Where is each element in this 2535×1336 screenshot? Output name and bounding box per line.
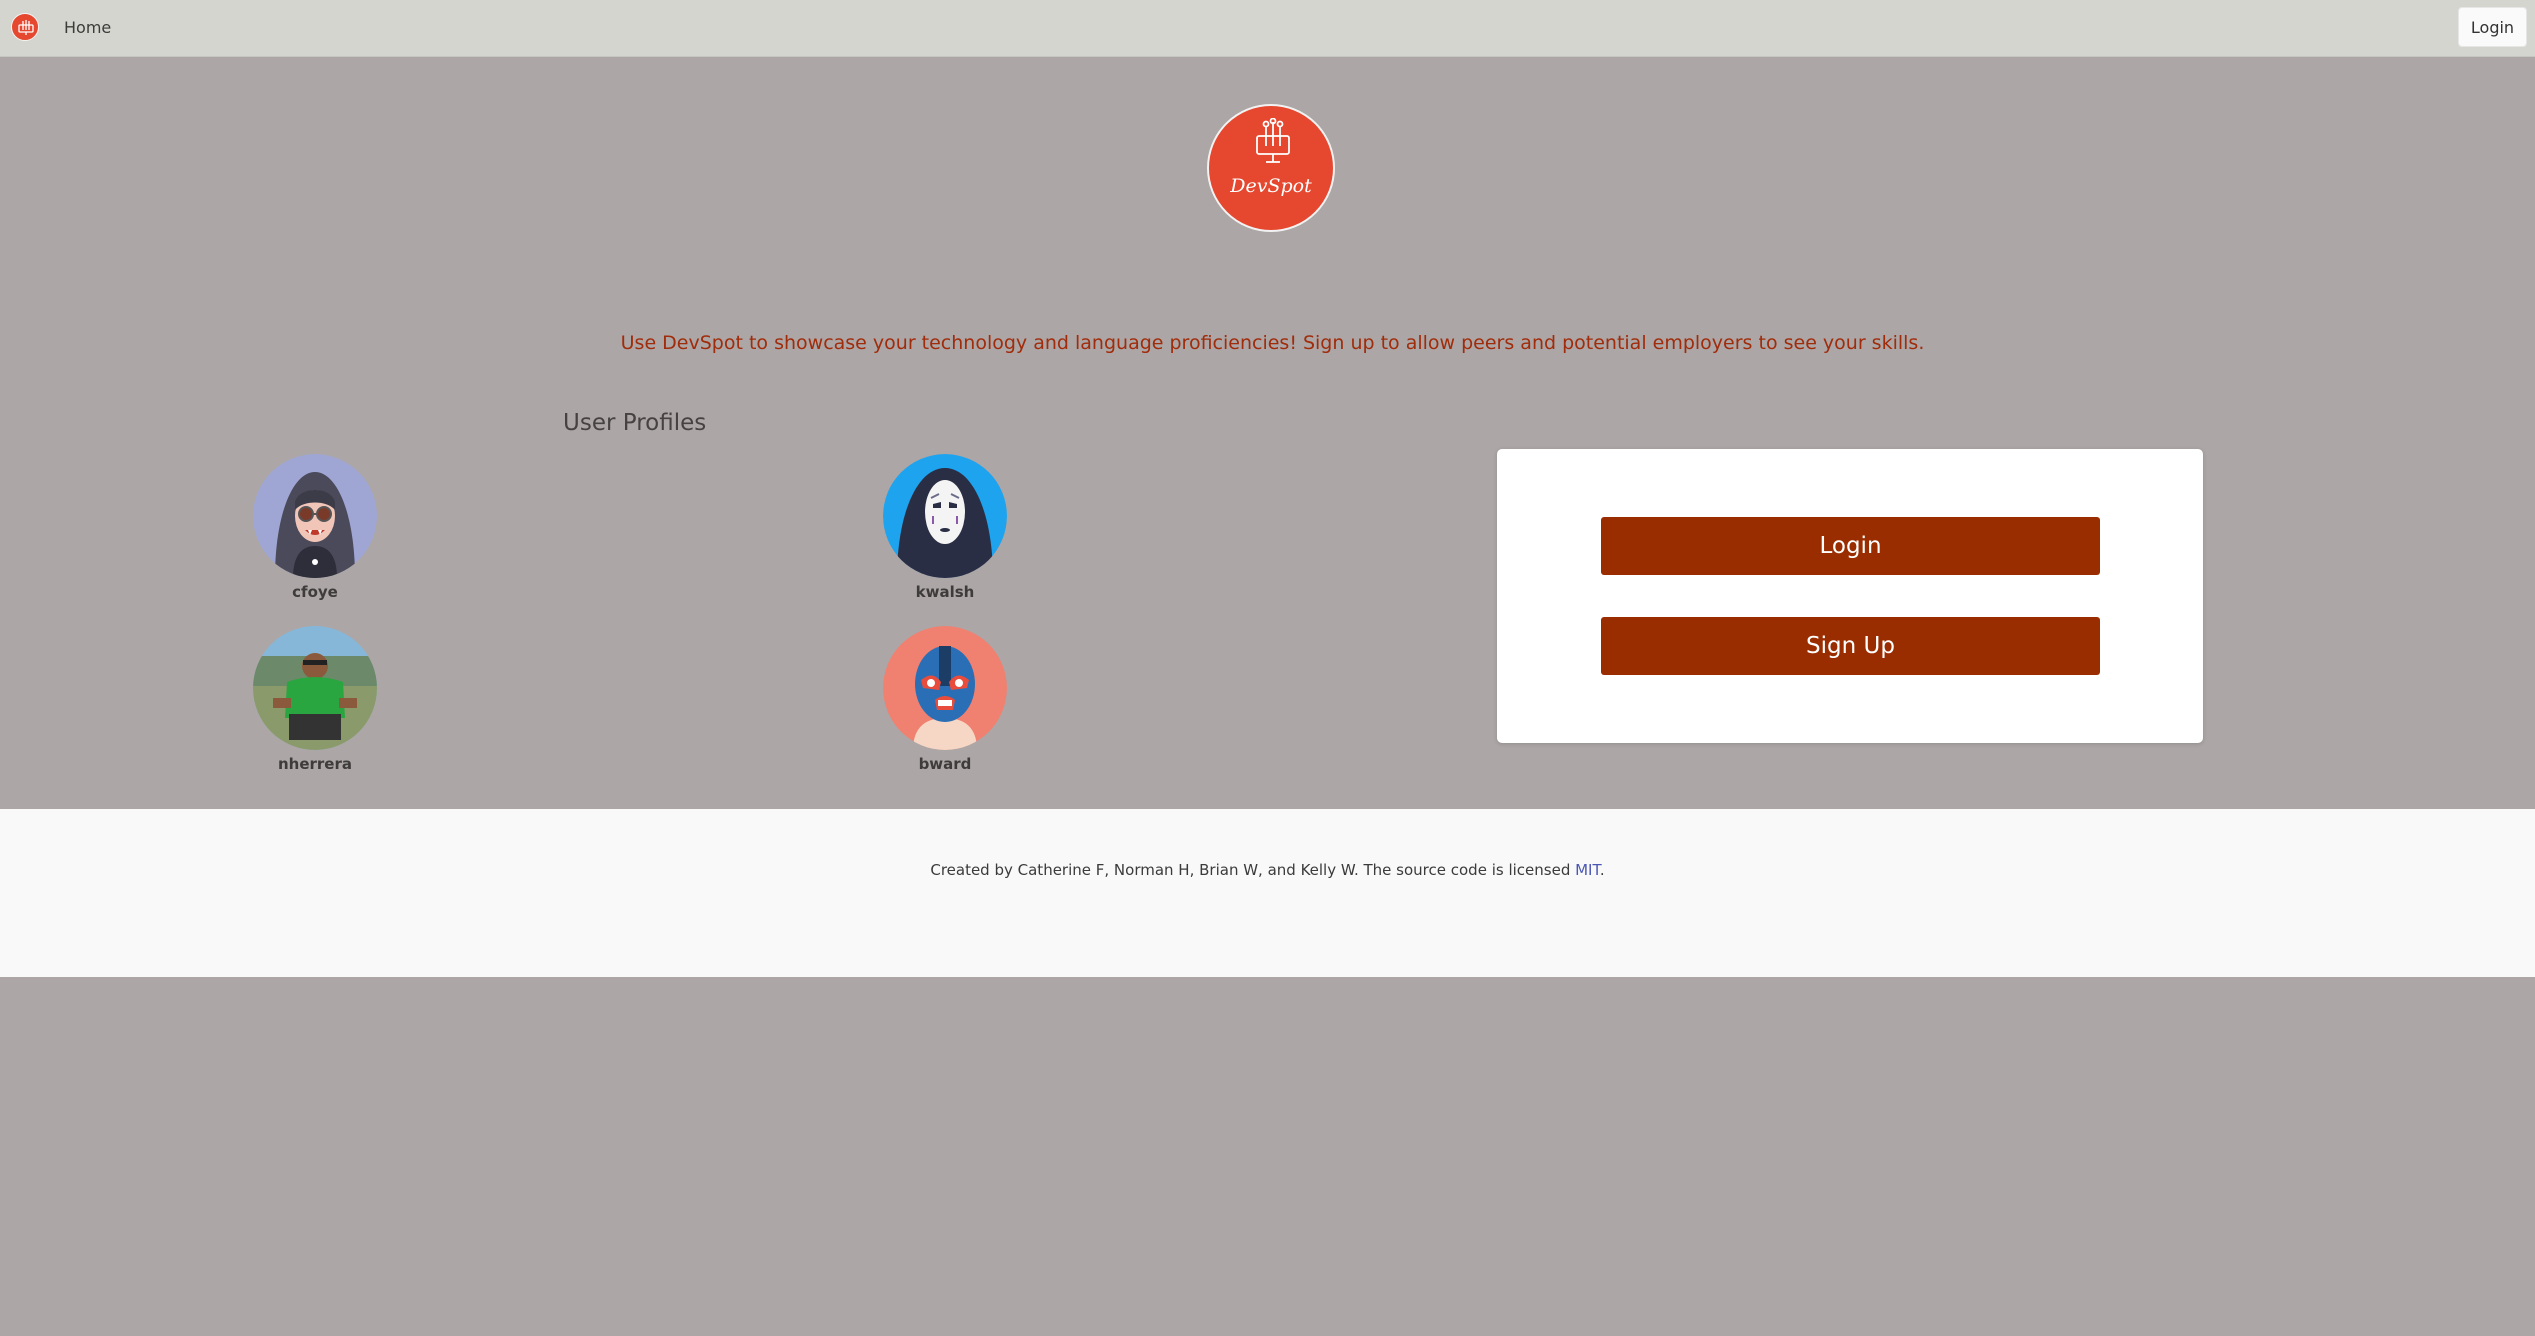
tagline: Use DevSpot to showcase your technology … <box>620 332 1925 354</box>
vampire-hoodie-avatar[interactable] <box>253 454 377 578</box>
username-label[interactable]: kwalsh <box>870 583 1020 601</box>
profile-card-nherrera[interactable]: nherrera <box>240 626 390 773</box>
footer: Created by Catherine F, Norman H, Brian … <box>0 809 2535 977</box>
nav-login-button[interactable]: Login <box>2458 7 2527 47</box>
profiles-heading: User Profiles <box>563 410 707 436</box>
auth-card: Login Sign Up <box>1497 449 2203 743</box>
devspot-brand-logo: DevSpot <box>1207 104 1335 232</box>
username-label[interactable]: nherrera <box>240 755 390 773</box>
profile-card-bward[interactable]: bward <box>870 626 1020 773</box>
navbar: Home Login <box>0 0 2535 57</box>
brand-name: DevSpot <box>1230 175 1312 197</box>
footer-credits: Created by Catherine F, Norman H, Brian … <box>0 861 2535 879</box>
username-label[interactable]: cfoye <box>240 583 390 601</box>
monitor-circuit-icon <box>1256 118 1290 163</box>
profile-card-cfoye[interactable]: cfoye <box>240 454 390 601</box>
no-face-mask-avatar[interactable] <box>883 454 1007 578</box>
footer-suffix: . <box>1599 861 1605 879</box>
photo-avatar[interactable] <box>253 626 377 750</box>
mit-license-link[interactable]: MIT <box>1575 861 1600 879</box>
devspot-logo-icon[interactable] <box>11 13 39 41</box>
login-button[interactable]: Login <box>1601 517 2100 575</box>
profile-card-kwalsh[interactable]: kwalsh <box>870 454 1020 601</box>
footer-credits-text: Created by Catherine F, Norman H, Brian … <box>930 861 1576 879</box>
username-label[interactable]: bward <box>870 755 1020 773</box>
nav-home-link[interactable]: Home <box>64 18 111 37</box>
signup-button[interactable]: Sign Up <box>1601 617 2100 675</box>
luchador-mask-avatar[interactable] <box>883 626 1007 750</box>
